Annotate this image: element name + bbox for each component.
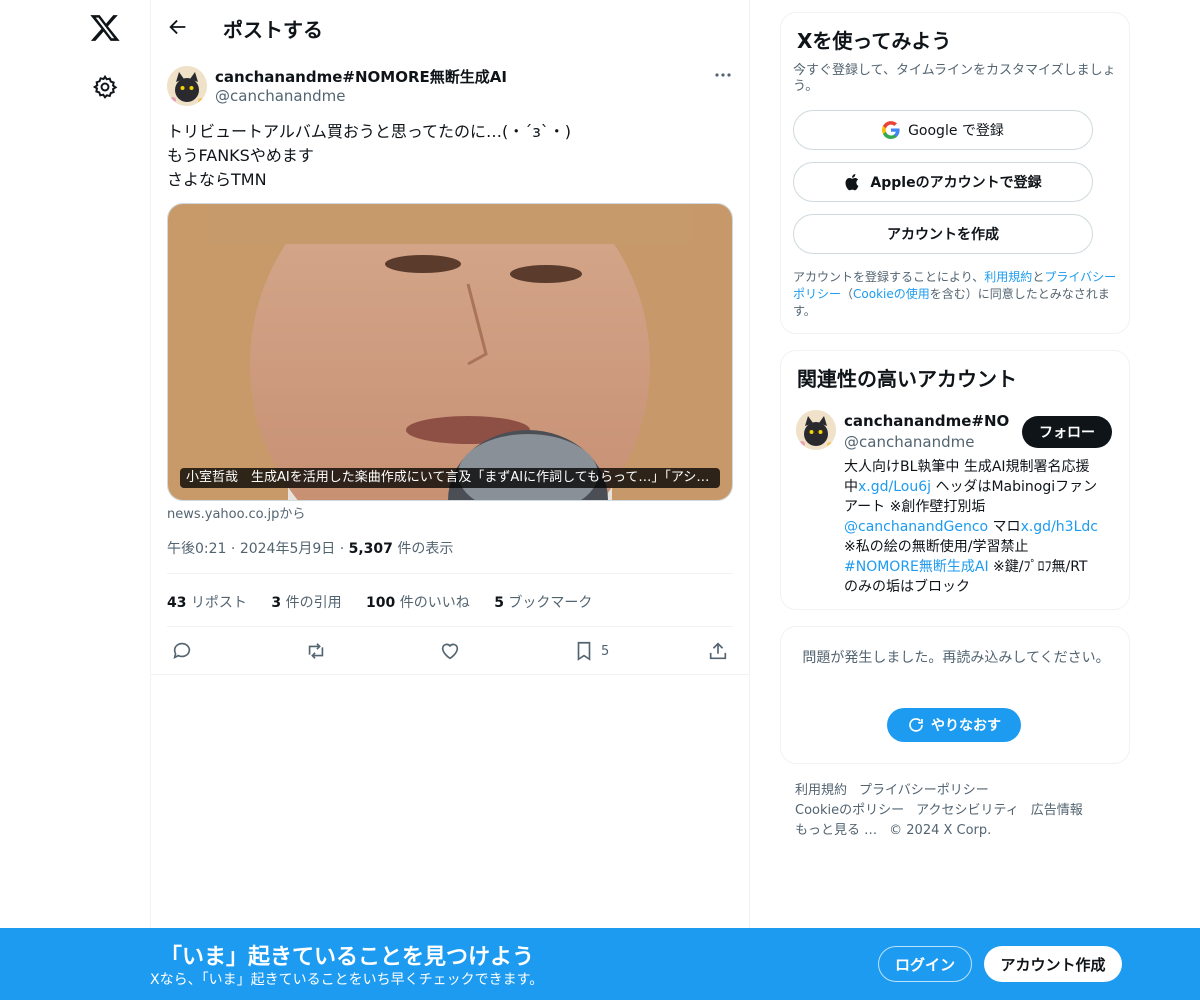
x-logo-icon[interactable] <box>89 12 121 44</box>
post-text-line: トリビュートアルバム買おうと思ってたのに…(・´з`・) <box>167 122 572 141</box>
views-label: 件の表示 <box>397 541 454 557</box>
legal-text-part: （ <box>841 287 854 301</box>
bio-text: ヘッダはMabinogiファン <box>931 479 1098 495</box>
bio-line: @canchanandGenco マロx.gd/h3Ldc <box>844 517 1114 537</box>
related-avatar[interactable] <box>796 410 836 450</box>
related-title: 関連性の高いアカウント <box>797 367 1017 391</box>
bio-link[interactable]: x.gd/Lou6j <box>858 479 931 495</box>
bio-mention-link[interactable]: @canchanandGenco <box>844 519 988 535</box>
bio-line: #NOMORE無断生成AI ※鍵/ﾌﾟﾛﾌ無/RT <box>844 557 1114 577</box>
page-title: ポストする <box>223 18 323 42</box>
related-name[interactable]: canchanandme#NOMORE無断生成AI <box>844 410 1010 431</box>
divider <box>151 674 749 675</box>
refresh-icon <box>909 718 923 732</box>
retry-label: やりなおす <box>931 718 1001 734</box>
card-photo <box>168 204 732 500</box>
bio-text: マロ <box>988 519 1021 535</box>
apple-icon <box>845 174 859 191</box>
divider <box>167 626 733 627</box>
create-account-button[interactable]: アカウントを作成 <box>793 214 1093 254</box>
signup-subtitle: 今すぐ登録して、タイムラインをカスタマイズしましょう。 <box>793 63 1116 94</box>
post-meta: 午後0:21 · 2024年5月9日 · 5,307 件の表示 <box>167 541 454 557</box>
stat-bookmarks[interactable]: 5 ブックマーク <box>494 592 592 612</box>
post-time[interactable]: 午後0:21 <box>167 541 226 557</box>
footer-link[interactable]: Cookieのポリシー <box>795 803 904 818</box>
follow-button[interactable]: フォロー <box>1022 416 1112 448</box>
login-button[interactable]: ログイン <box>878 946 972 982</box>
legal-text-part: アカウントを登録することにより、 <box>793 270 985 284</box>
share-icon[interactable] <box>707 640 729 662</box>
stat-quotes[interactable]: 3 件の引用 <box>271 592 341 612</box>
google-icon <box>882 121 900 139</box>
post-text: トリビュートアルバム買おうと思ってたのに…(・´з`・) もうFANKSやめます… <box>167 120 727 192</box>
views-count: 5,307 <box>348 541 393 557</box>
card-caption: 小室哲哉 生成AIを活用した楽曲作成にいて言及「まずAIに作詞してもらって…」「… <box>180 468 720 488</box>
bio-line: 中x.gd/Lou6j ヘッダはMabinogiファン <box>844 477 1114 497</box>
copyright: © 2024 X Corp. <box>889 823 992 838</box>
author-avatar[interactable] <box>167 66 207 106</box>
like-icon[interactable] <box>439 640 461 662</box>
legal-text: アカウントを登録することにより、利用規約とプライバシーポリシー（Cookieの使… <box>793 269 1118 320</box>
bio-link[interactable]: x.gd/h3Ldc <box>1021 519 1098 535</box>
left-nav <box>0 0 150 1000</box>
author-name[interactable]: canchanandme#NOMORE無断生成AI <box>215 66 507 87</box>
bio-hashtag-link[interactable]: #NOMORE無断生成AI <box>844 559 989 575</box>
more-options-icon[interactable] <box>711 66 735 84</box>
bio-line: ※私の絵の無断使用/学習禁止 <box>844 539 1029 555</box>
main-column: ポストする canchanandme#NOMORE無断生成AI @canchan… <box>150 0 750 1000</box>
post-text-line: もうFANKSやめます <box>167 146 314 165</box>
bottom-bar-title: 「いま」起きていることを見つけよう <box>160 945 535 970</box>
bio-line: アート ※創作壁打別垢 <box>844 499 986 515</box>
bottom-signup-bar: 「いま」起きていることを見つけよう Xなら、「いま」起きていることをいち早くチェ… <box>0 928 1200 1000</box>
error-message: 問題が発生しました。再読み込みしてください。 <box>802 650 1110 666</box>
header: ポストする <box>151 0 749 54</box>
legal-text-part: と <box>1032 270 1045 284</box>
google-signup-button[interactable]: Google で登録 <box>793 110 1093 150</box>
signup-button[interactable]: アカウント作成 <box>984 946 1122 982</box>
footer-link[interactable]: 広告情報 <box>1031 803 1083 818</box>
error-panel <box>780 626 1130 764</box>
signup-panel: Xを使ってみよう 今すぐ登録して、タイムラインをカスタマイズしましょう。 Goo… <box>780 12 1130 334</box>
post-date[interactable]: 2024年5月9日 <box>240 541 335 557</box>
post-stats: 43 リポスト 3 件の引用 100 件のいいね 5 ブックマーク <box>167 592 612 612</box>
bio-text: ※鍵/ﾌﾟﾛﾌ無/RT <box>988 559 1088 575</box>
post-text-line: さよならTMN <box>167 170 267 189</box>
apple-signup-label: Appleのアカウントで登録 <box>870 175 1042 191</box>
footer-more-link[interactable]: もっと見る … <box>795 823 877 838</box>
google-signup-label: Google で登録 <box>908 123 1004 139</box>
stat-likes[interactable]: 100 件のいいね <box>366 592 470 612</box>
retry-button[interactable]: やりなおす <box>887 708 1021 742</box>
apple-signup-button[interactable]: Appleのアカウントで登録 <box>793 162 1093 202</box>
card-source[interactable]: news.yahoo.co.jpから <box>167 503 305 522</box>
related-bio: 大人向けBL執筆中 生成AI規制署名応援 中x.gd/Lou6j ヘッダはMab… <box>844 457 1114 597</box>
bio-text: 中 <box>844 479 858 495</box>
reply-icon[interactable] <box>171 640 193 662</box>
link-card[interactable]: 小室哲哉 生成AIを活用した楽曲作成にいて言及「まずAIに作詞してもらって…」「… <box>167 203 733 501</box>
create-account-label: アカウントを作成 <box>887 227 999 243</box>
back-arrow-icon[interactable] <box>167 16 189 38</box>
footer-link[interactable]: 利用規約 <box>795 783 847 798</box>
footer-link[interactable]: プライバシーポリシー <box>859 783 989 798</box>
signup-title: Xを使ってみよう <box>797 29 952 53</box>
divider <box>167 573 733 574</box>
gear-icon[interactable] <box>92 74 118 100</box>
related-handle[interactable]: @canchanandme <box>844 433 974 451</box>
terms-link[interactable]: 利用規約 <box>984 270 1032 284</box>
footer-link[interactable]: アクセシビリティ <box>916 803 1019 818</box>
bio-line: のみの垢はブロック <box>844 579 970 595</box>
action-bar: 5 <box>151 630 749 674</box>
stat-reposts[interactable]: 43 リポスト <box>167 592 247 612</box>
footer: 利用規約 プライバシーポリシー Cookieのポリシー アクセシビリティ 広告情報 も… <box>795 781 1115 841</box>
repost-icon[interactable] <box>305 640 327 662</box>
bookmark-icon[interactable]: 5 <box>573 640 609 662</box>
bottom-bar-subtitle: Xなら、「いま」起きていることをいち早くチェックできます。 <box>150 972 544 988</box>
bio-line: 大人向けBL執筆中 生成AI規制署名応援 <box>844 459 1090 475</box>
bookmark-count: 5 <box>601 643 610 659</box>
cookie-link[interactable]: Cookieの使用 <box>853 287 930 301</box>
author-handle[interactable]: @canchanandme <box>215 87 345 105</box>
